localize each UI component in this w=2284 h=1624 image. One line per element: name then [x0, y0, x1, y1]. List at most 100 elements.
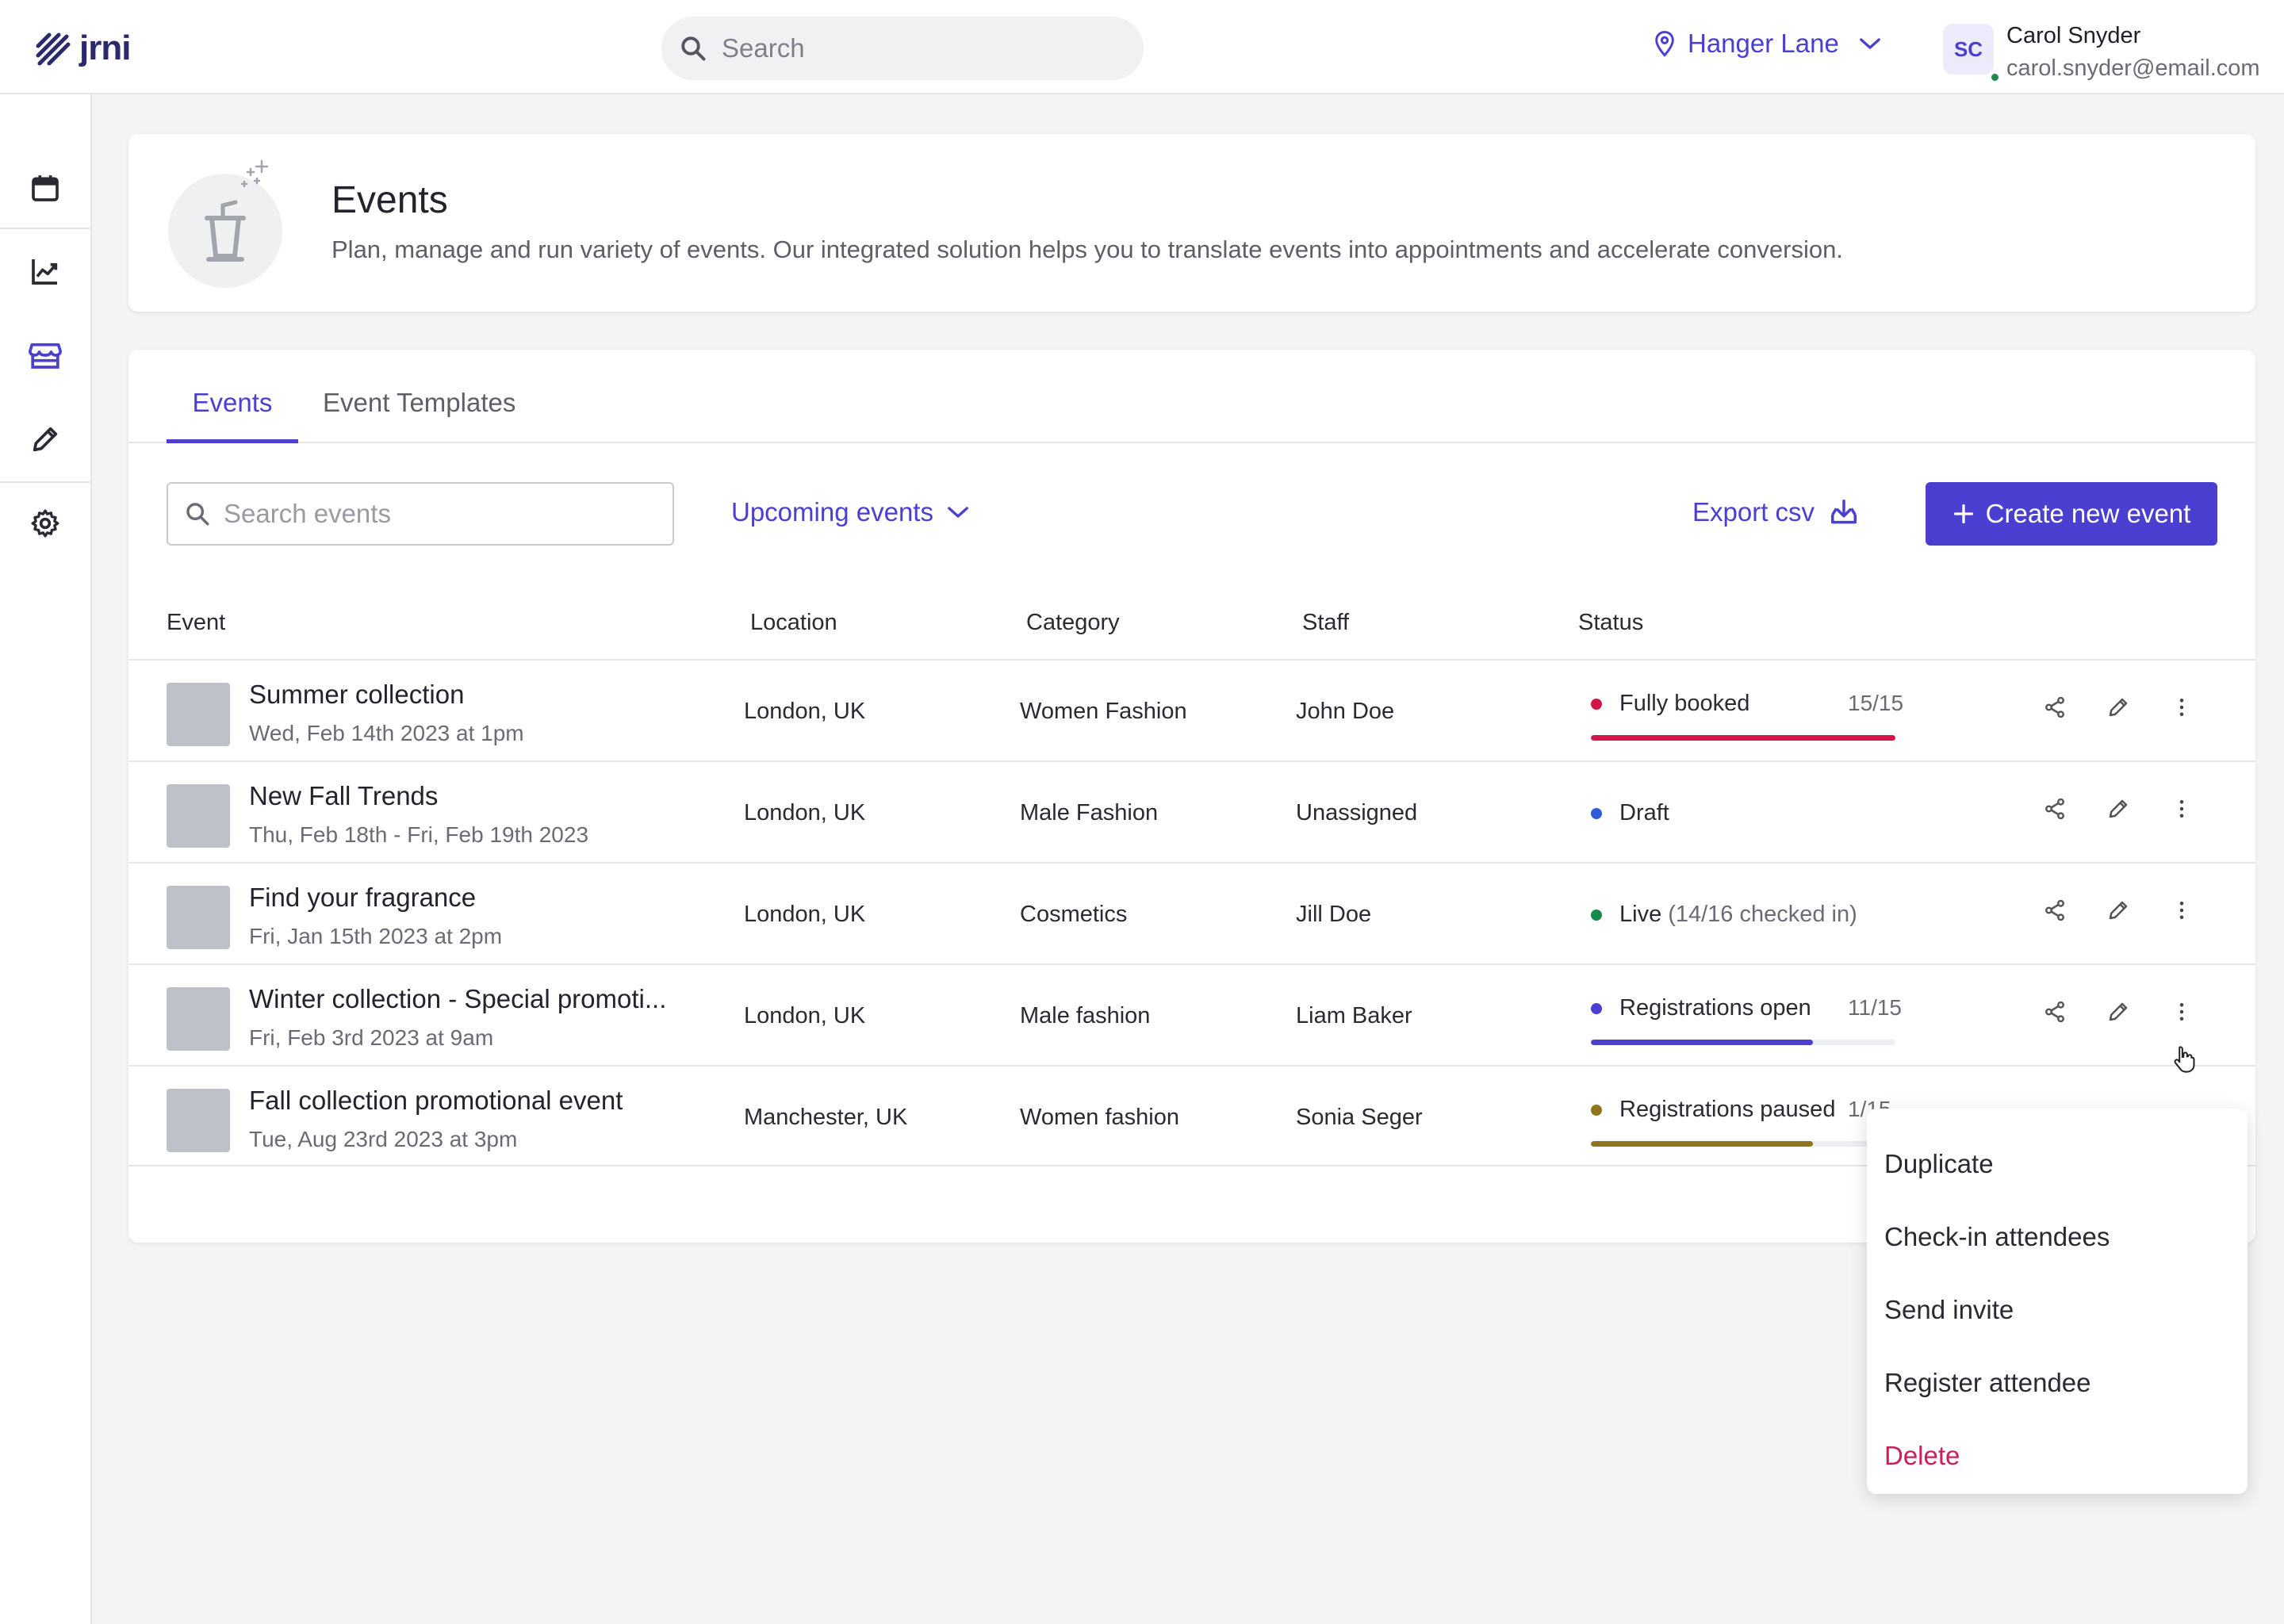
- chevron-down-icon: [948, 507, 968, 518]
- pencil-icon: [2109, 1002, 2128, 1021]
- gear-icon: [31, 509, 59, 538]
- export-label: Export csv: [1692, 497, 1815, 527]
- share-icon: [2045, 899, 2064, 921]
- status-badge: Live (14/16 checked in): [1591, 902, 1857, 928]
- capacity-bar: [1591, 1141, 1895, 1147]
- menu-item-check-in-attendees[interactable]: Check-in attendees: [1867, 1201, 2248, 1274]
- search-icon: [186, 503, 209, 526]
- checked-in-count: (14/16 checked in): [1668, 902, 1857, 927]
- export-csv-button[interactable]: Export csv: [1692, 497, 1859, 527]
- kebab-menu-icon: [2179, 1003, 2184, 1021]
- page-header-card: Events Plan, manage and run variety of e…: [128, 134, 2255, 312]
- event-title[interactable]: Winter collection - Special promoti...: [249, 984, 666, 1014]
- menu-item-send-invite[interactable]: Send invite: [1867, 1274, 2248, 1346]
- capacity-bar-fill: [1591, 1141, 1814, 1147]
- tab-events[interactable]: Events: [167, 388, 298, 443]
- event-location: London, UK: [744, 800, 866, 825]
- create-new-event-button[interactable]: Create new event: [1926, 482, 2217, 546]
- online-status-dot: [1990, 72, 2000, 82]
- event-date: Fri, Feb 3rd 2023 at 9am: [249, 1025, 494, 1050]
- table-row[interactable]: Find your fragrance Fri, Jan 15th 2023 a…: [128, 862, 2255, 963]
- pencil-icon: [33, 427, 58, 452]
- more-options-button[interactable]: [2170, 797, 2194, 821]
- download-icon: [1831, 500, 1857, 524]
- event-title[interactable]: New Fall Trends: [249, 781, 438, 811]
- event-staff: Liam Baker: [1296, 1003, 1412, 1028]
- sidebar-item-calendar[interactable]: [0, 152, 90, 224]
- table-row[interactable]: Winter collection - Special promoti... F…: [128, 963, 2255, 1065]
- event-location: London, UK: [744, 902, 866, 927]
- global-search[interactable]: [661, 17, 1144, 80]
- sidebar-item-settings[interactable]: [0, 488, 90, 559]
- status-text: Fully booked: [1619, 691, 1750, 716]
- sidebar-item-analytics[interactable]: [0, 236, 90, 307]
- sparkles-icon: [240, 159, 269, 188]
- edit-button[interactable]: [2106, 695, 2130, 719]
- event-location: London, UK: [744, 1003, 866, 1028]
- event-thumbnail: [167, 1089, 230, 1152]
- share-icon: [2045, 1001, 2064, 1023]
- events-search[interactable]: [167, 482, 674, 546]
- kebab-menu-icon: [2179, 902, 2184, 919]
- event-title[interactable]: Summer collection: [249, 680, 464, 710]
- share-icon: [2045, 798, 2064, 820]
- status-text: Registrations paused: [1619, 1097, 1836, 1122]
- column-header-staff: Staff: [1302, 610, 1350, 635]
- status-dot: [1591, 909, 1602, 921]
- avatar[interactable]: SC: [1943, 24, 2000, 82]
- share-button[interactable]: [2043, 797, 2067, 821]
- event-thumbnail: [167, 886, 230, 949]
- edit-button[interactable]: [2106, 898, 2130, 922]
- kebab-menu-icon: [2179, 699, 2184, 716]
- page-title: Events: [331, 179, 448, 221]
- event-title[interactable]: Find your fragrance: [249, 883, 476, 913]
- jrni-logo[interactable]: jrni: [35, 29, 131, 68]
- event-title[interactable]: Fall collection promotional event: [249, 1086, 623, 1116]
- share-button[interactable]: [2043, 1000, 2067, 1024]
- tab-event-templates[interactable]: Event Templates: [323, 388, 515, 443]
- sidebar-item-store[interactable]: [0, 320, 90, 391]
- capacity-bar-fill: [1591, 735, 1895, 741]
- sidebar-divider: [0, 228, 90, 229]
- status-badge: Draft: [1591, 800, 1669, 826]
- event-date: Tue, Aug 23rd 2023 at 3pm: [249, 1127, 518, 1151]
- row-context-menu: Duplicate Check-in attendees Send invite…: [1867, 1109, 2248, 1494]
- global-search-input[interactable]: [722, 33, 1102, 63]
- table-row[interactable]: Summer collection Wed, Feb 14th 2023 at …: [128, 659, 2255, 760]
- menu-item-delete[interactable]: Delete: [1867, 1419, 2248, 1492]
- sidebar-item-edit[interactable]: [0, 404, 90, 475]
- edit-button[interactable]: [2106, 1000, 2130, 1024]
- share-button[interactable]: [2043, 695, 2067, 719]
- more-options-button[interactable]: [2170, 1000, 2194, 1024]
- status-badge: Fully booked: [1591, 691, 1749, 717]
- search-icon: [681, 36, 706, 61]
- sidebar: [0, 94, 92, 1624]
- share-button[interactable]: [2043, 898, 2067, 922]
- capacity-count: 15/15: [1848, 691, 1904, 715]
- upcoming-events-dropdown[interactable]: Upcoming events: [731, 497, 970, 527]
- event-category: Male Fashion: [1020, 800, 1159, 825]
- hand-cursor-icon: [2174, 1046, 2195, 1073]
- more-options-button[interactable]: [2170, 898, 2194, 922]
- menu-item-register-attendee[interactable]: Register attendee: [1867, 1346, 2248, 1419]
- events-search-input[interactable]: [224, 499, 652, 529]
- more-options-button[interactable]: [2170, 695, 2194, 719]
- sparkle-icon: [130, 197, 170, 237]
- capacity-bar-fill: [1591, 1040, 1814, 1045]
- store-icon: [28, 343, 62, 369]
- sidebar-divider: [0, 481, 90, 483]
- column-header-location: Location: [750, 610, 837, 635]
- event-category: Women fashion: [1020, 1105, 1179, 1130]
- event-staff: Sonia Seger: [1296, 1105, 1423, 1130]
- pencil-icon: [2109, 698, 2128, 717]
- user-menu[interactable]: SC Carol Snyder carol.snyder@email.com: [1943, 21, 2260, 86]
- table-row[interactable]: New Fall Trends Thu, Feb 18th - Fri, Feb…: [128, 760, 2255, 862]
- share-icon: [2045, 696, 2064, 718]
- edit-button[interactable]: [2106, 797, 2130, 821]
- event-location: Manchester, UK: [744, 1105, 908, 1130]
- map-pin-icon: [1655, 30, 1674, 57]
- menu-item-duplicate[interactable]: Duplicate: [1867, 1128, 2248, 1201]
- event-category: Cosmetics: [1020, 902, 1128, 927]
- status-text: Registrations open: [1619, 995, 1811, 1021]
- location-picker[interactable]: Hanger Lane: [1653, 29, 1882, 59]
